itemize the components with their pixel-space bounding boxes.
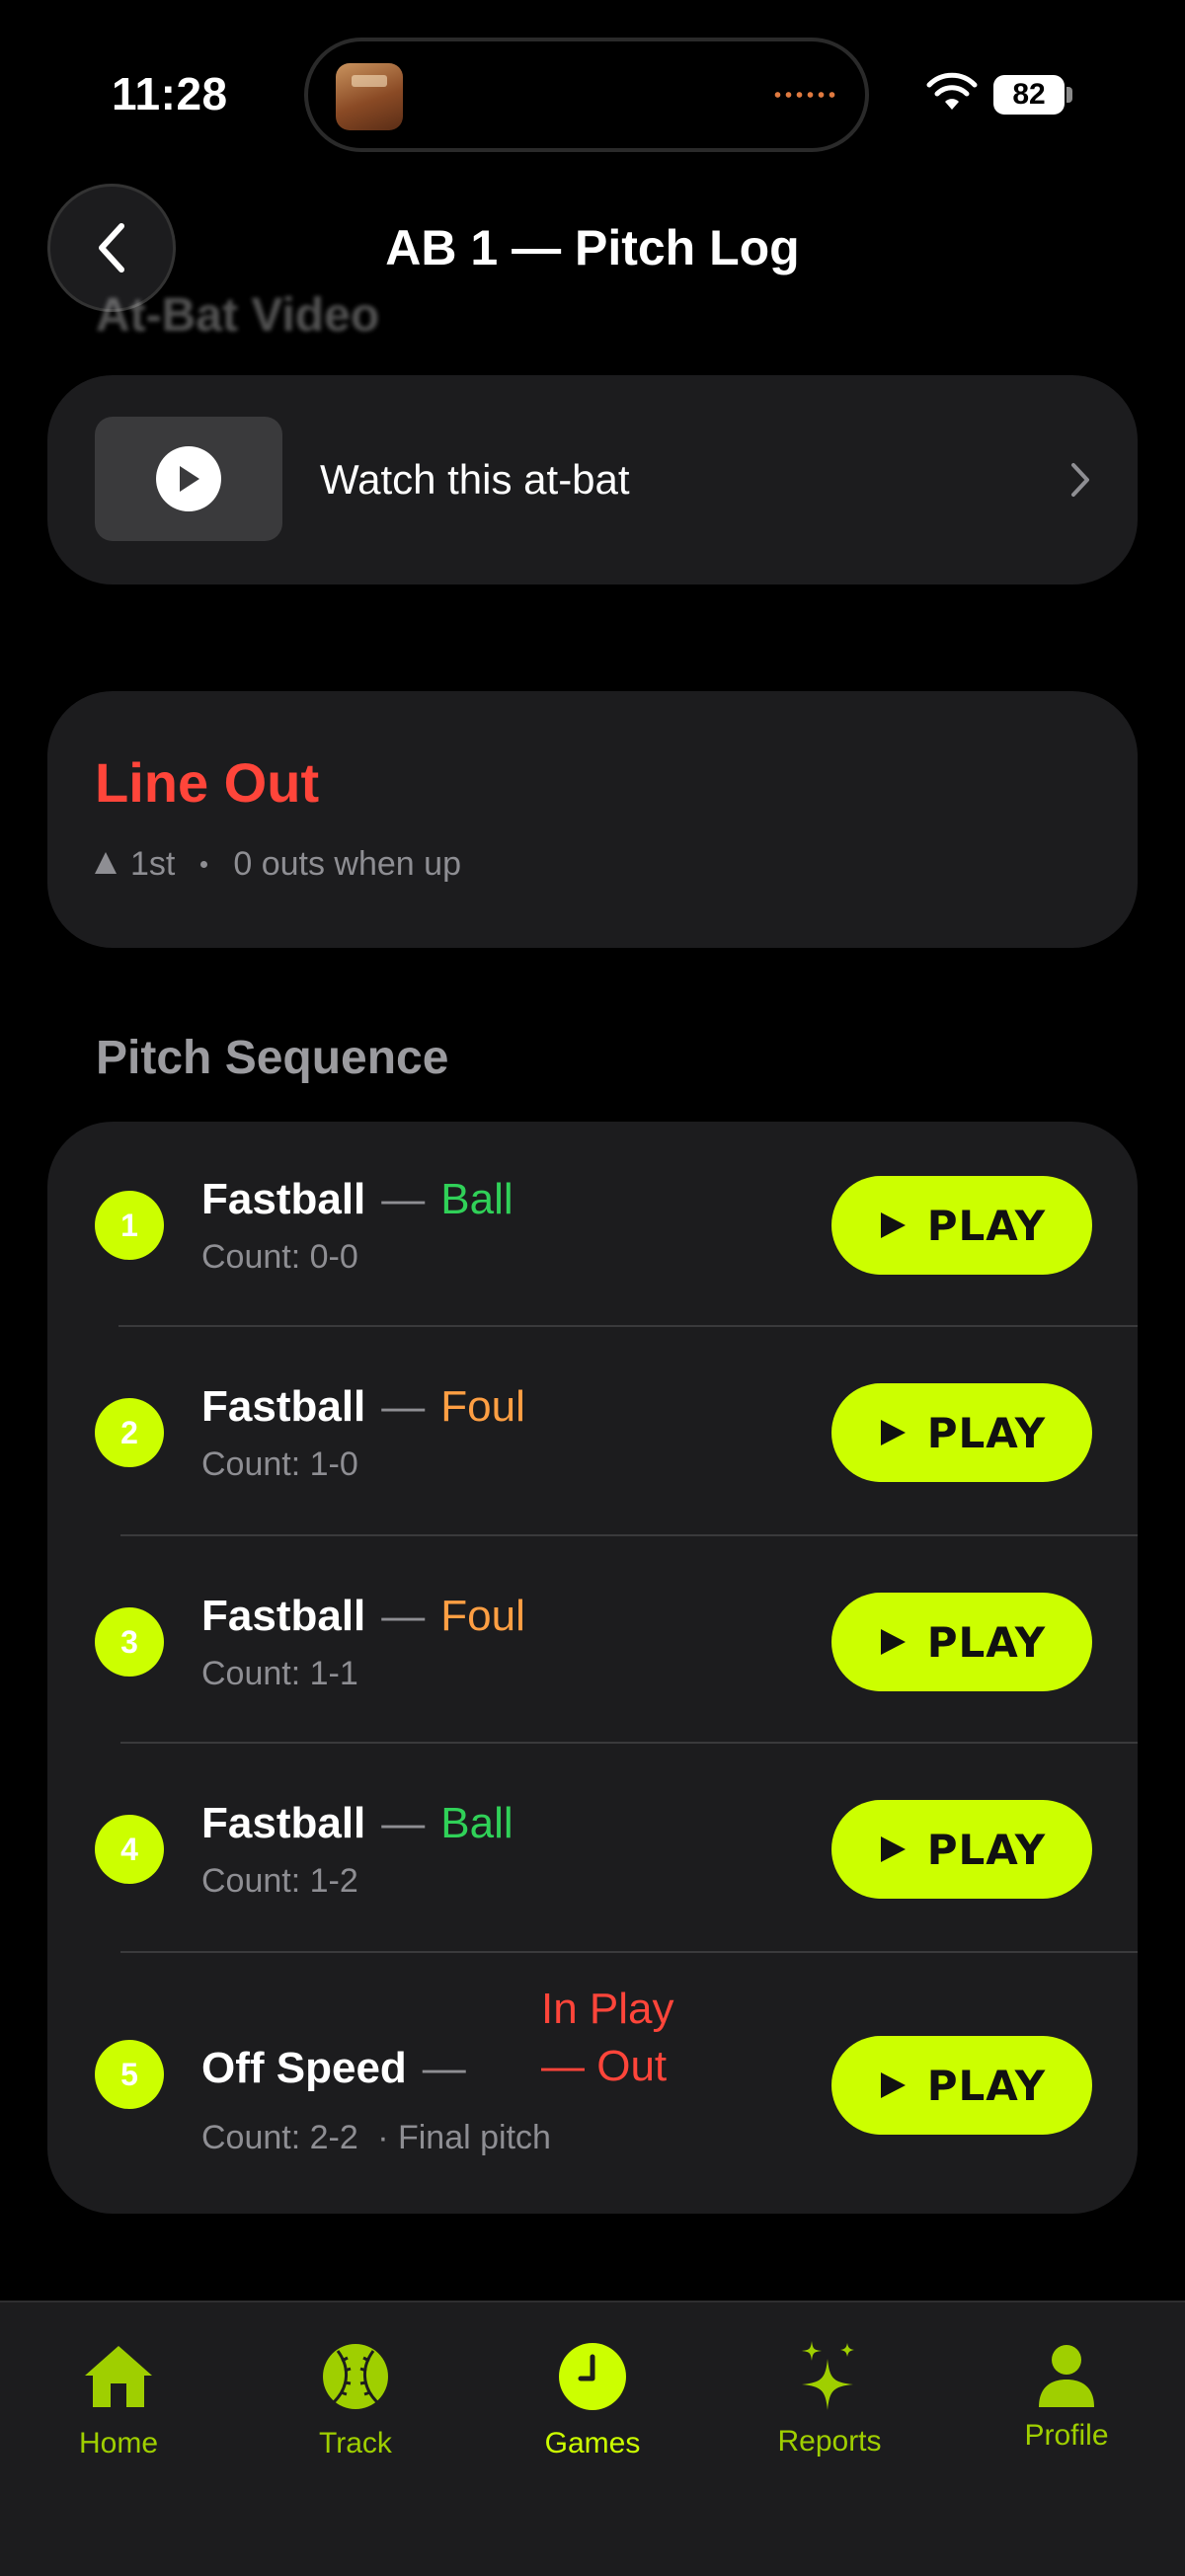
row-divider xyxy=(118,1325,1138,1327)
outs-label: 0 outs when up xyxy=(233,845,461,883)
tab-label: Home xyxy=(78,2427,159,2459)
pitch-sequence-heading: Pitch Sequence xyxy=(96,1032,449,1084)
play-pitch-button[interactable]: PLAY xyxy=(831,1383,1092,1482)
tab-home[interactable]: Home xyxy=(20,2332,217,2460)
result-title: Line Out xyxy=(95,751,320,814)
pitch-title: Fastball — Ball xyxy=(201,1175,514,1224)
video-thumbnail xyxy=(95,417,282,541)
pitch-count-value: Count: 2-2 xyxy=(201,2119,358,2156)
pitch-title: Fastball — Foul xyxy=(201,1382,525,1432)
play-pitch-button[interactable]: PLAY xyxy=(831,2036,1092,2135)
tab-games[interactable]: Games xyxy=(494,2332,691,2460)
pitch-count: Count: 1-0 xyxy=(201,1445,358,1483)
audio-activity-icon xyxy=(772,91,835,99)
play-icon xyxy=(880,1212,906,1238)
row-divider xyxy=(120,1534,1138,1536)
pitch-row: 1 Fastball — Ball Count: 0-0 PLAY xyxy=(47,1122,1138,1329)
pitch-dash: — xyxy=(422,2044,466,2092)
battery-indicator: 82 xyxy=(993,75,1065,115)
base-triangle-icon xyxy=(95,851,117,874)
at-bat-result-card: Line Out 1st 0 outs when up xyxy=(47,691,1138,948)
clock-icon xyxy=(559,2343,626,2410)
status-time: 11:28 xyxy=(112,68,228,119)
tab-track[interactable]: Track xyxy=(257,2332,454,2460)
page-title: AB 1 — Pitch Log xyxy=(385,220,800,275)
tab-label: Track xyxy=(319,2427,392,2459)
pitch-result: Foul xyxy=(440,1382,525,1431)
pitch-result-line: — Out xyxy=(541,2042,668,2090)
pitch-number-badge: 2 xyxy=(95,1398,164,1467)
pitch-type: Fastball xyxy=(201,1592,366,1640)
pitch-number-badge: 5 xyxy=(95,2040,164,2109)
pitch-result: Foul xyxy=(440,1592,525,1640)
play-icon xyxy=(880,1420,906,1445)
pitch-row: 5 Off Speed — In Play — Out Count: 2-2 ·… xyxy=(47,1955,1138,2214)
pitch-type: Off Speed xyxy=(201,2044,407,2092)
pitch-type: Fastball xyxy=(201,1799,366,1847)
section-heading-video: At-Bat Video xyxy=(96,289,380,342)
dynamic-island[interactable] xyxy=(304,38,869,152)
watch-at-bat-label: Watch this at-bat xyxy=(320,456,630,503)
pitch-dash: — xyxy=(381,1382,426,1431)
play-icon xyxy=(156,446,221,511)
play-pitch-button[interactable]: PLAY xyxy=(831,1800,1092,1899)
pitch-title: Fastball — Ball xyxy=(201,1799,514,1848)
base-label: 1st xyxy=(130,845,176,883)
battery-tip xyxy=(1066,87,1072,103)
pitch-number-badge: 4 xyxy=(95,1815,164,1884)
now-playing-artwork xyxy=(336,63,403,130)
pitch-result-line: In Play xyxy=(541,1985,674,2033)
play-label: PLAY xyxy=(926,2061,1047,2110)
tab-label: Games xyxy=(544,2427,641,2459)
home-icon xyxy=(85,2346,152,2407)
pitch-row: 3 Fastball — Foul Count: 1-1 PLAY xyxy=(47,1538,1138,1746)
play-label: PLAY xyxy=(926,1408,1047,1457)
row-divider xyxy=(120,1742,1138,1744)
play-pitch-button[interactable]: PLAY xyxy=(831,1176,1092,1275)
pitch-count: Count: 1-1 xyxy=(201,1655,358,1692)
pitch-row: 4 Fastball — Ball Count: 1-2 PLAY xyxy=(47,1746,1138,1953)
pitch-count: Count: 2-2 · Final pitch xyxy=(201,2119,551,2157)
pitch-number-badge: 1 xyxy=(95,1191,164,1260)
tab-label: Reports xyxy=(777,2425,882,2458)
play-icon xyxy=(880,2072,906,2098)
baseball-icon xyxy=(323,2344,388,2409)
chevron-right-icon xyxy=(1071,463,1089,497)
play-icon xyxy=(880,1836,906,1862)
play-label: PLAY xyxy=(926,1201,1047,1250)
pitch-type: Fastball xyxy=(201,1382,366,1431)
sparkle-icon xyxy=(802,2341,854,2410)
pitch-title: Off Speed — xyxy=(201,2044,482,2093)
pitch-result: In Play — Out xyxy=(541,1981,674,2095)
separator-dot xyxy=(200,861,208,868)
pitch-dash: — xyxy=(381,1592,426,1640)
pitch-title: Fastball — Foul xyxy=(201,1592,525,1641)
tab-profile[interactable]: Profile xyxy=(968,2332,1165,2453)
pitch-result: Ball xyxy=(440,1799,514,1847)
tab-label: Profile xyxy=(1024,2419,1109,2452)
pitch-count: Count: 1-2 xyxy=(201,1862,358,1900)
tab-reports[interactable]: Reports xyxy=(731,2332,928,2459)
pitch-type: Fastball xyxy=(201,1175,366,1223)
watch-at-bat-card[interactable]: Watch this at-bat xyxy=(47,375,1138,585)
pitch-row: 2 Fastball — Foul Count: 1-0 PLAY xyxy=(47,1329,1138,1536)
pitch-result: Ball xyxy=(440,1175,514,1223)
play-label: PLAY xyxy=(926,1617,1047,1667)
final-pitch-note: · Final pitch xyxy=(377,2119,551,2156)
pitch-dash: — xyxy=(381,1175,426,1223)
wifi-icon xyxy=(926,72,978,110)
play-pitch-button[interactable]: PLAY xyxy=(831,1593,1092,1691)
pitch-sequence-card: 1 Fastball — Ball Count: 0-0 PLAY 2 Fast… xyxy=(47,1122,1138,2214)
play-icon xyxy=(880,1629,906,1655)
pitch-number-badge: 3 xyxy=(95,1607,164,1677)
person-icon xyxy=(1039,2345,1094,2407)
row-divider xyxy=(120,1951,1138,1953)
play-label: PLAY xyxy=(926,1825,1047,1874)
tab-bar: Home Track Games Reports Profile xyxy=(0,2301,1185,2576)
pitch-dash: — xyxy=(381,1799,426,1847)
result-meta: 1st 0 outs when up xyxy=(95,845,461,884)
pitch-count: Count: 0-0 xyxy=(201,1238,358,1276)
